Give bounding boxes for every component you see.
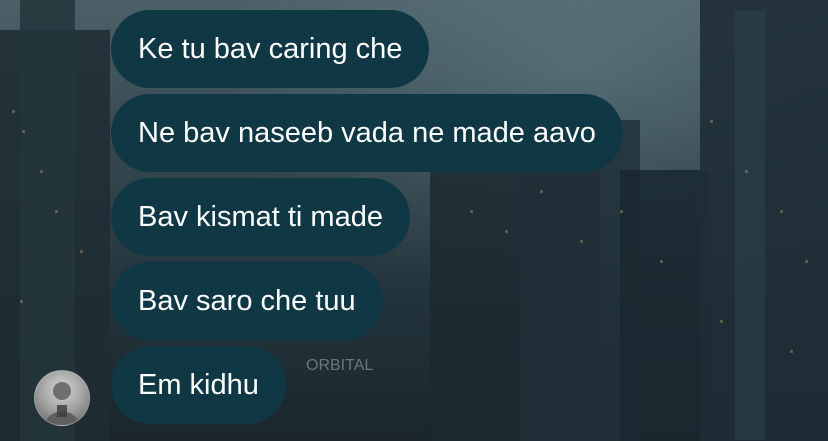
user-avatar-icon xyxy=(45,382,79,425)
message-bubble[interactable]: Em kidhu xyxy=(111,346,286,424)
message-thread: Ke tu bav caring che Ne bav naseeb vada … xyxy=(0,0,828,441)
message-bubble[interactable]: Ne bav naseeb vada ne made aavo xyxy=(111,94,623,172)
message-bubble[interactable]: Bav saro che tuu xyxy=(111,262,383,340)
avatar[interactable] xyxy=(34,370,90,426)
message-bubble[interactable]: Bav kismat ti made xyxy=(111,178,410,256)
message-bubble[interactable]: Ke tu bav caring che xyxy=(111,10,430,88)
